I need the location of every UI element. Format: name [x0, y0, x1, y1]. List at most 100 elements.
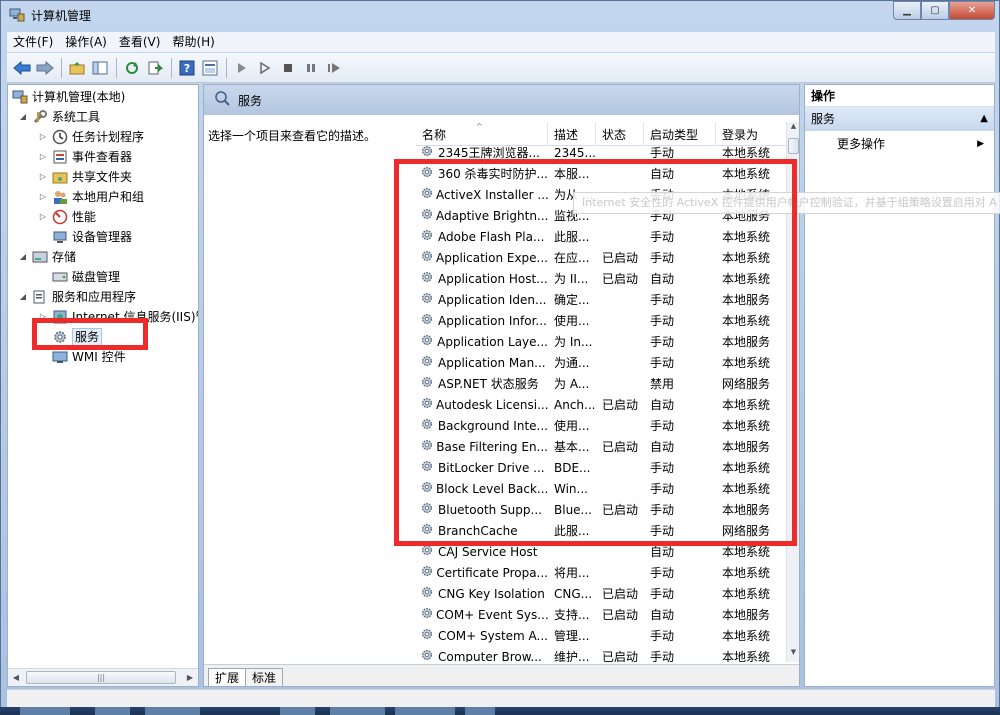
up-folder-icon[interactable]: [66, 57, 88, 79]
tree-storage[interactable]: ◢ 存储: [18, 247, 76, 267]
scroll-up-icon[interactable]: ▲: [787, 122, 799, 136]
maximize-button[interactable]: ▢: [921, 1, 949, 20]
service-row[interactable]: Application Iden... 确定... 手动 本地服务: [416, 289, 786, 310]
services-header-title: 服务: [238, 93, 263, 108]
tree-horizontal-scrollbar[interactable]: ◀ ||| ▶: [8, 668, 198, 686]
service-row[interactable]: 360 杀毒实时防护... 本服... 自动 本地系统: [416, 163, 786, 184]
service-row[interactable]: Block Level Back... Win... 手动 本地系统: [416, 478, 786, 499]
back-arrow-icon[interactable]: [11, 57, 33, 79]
collapsed-arrow-icon[interactable]: ▷: [38, 207, 48, 227]
tab-standard[interactable]: 标准: [245, 668, 284, 686]
refresh-icon[interactable]: [121, 57, 143, 79]
service-row[interactable]: CNG Key Isolation CNG... 已启动 手动 本地系统: [416, 583, 786, 604]
minimize-button[interactable]: ▁: [893, 1, 921, 20]
taskbar-item[interactable]: [145, 707, 200, 715]
taskbar-item[interactable]: [280, 707, 315, 715]
service-row[interactable]: Application Host... 为 II... 已启动 自动 本地系统: [416, 268, 786, 289]
expanded-arrow-icon[interactable]: ◢: [18, 287, 28, 307]
collapsed-arrow-icon[interactable]: ▷: [38, 147, 48, 167]
service-row[interactable]: Base Filtering En... 基本... 已启动 自动 本地服务: [416, 436, 786, 457]
service-row[interactable]: Certificate Propa... 将用... 手动 本地系统: [416, 562, 786, 583]
tree-performance[interactable]: ▷ 性能: [38, 207, 96, 227]
collapse-up-icon[interactable]: ▲: [980, 107, 988, 131]
scroll-left-icon[interactable]: ◀: [8, 673, 24, 682]
tree-disk-management[interactable]: 磁盘管理: [52, 267, 120, 287]
taskbar-item[interactable]: [330, 707, 385, 715]
tree-system-tools[interactable]: ◢ 系统工具: [18, 107, 100, 127]
tree-event-viewer[interactable]: ▷ 事件查看器: [38, 147, 132, 167]
service-row[interactable]: ASP.NET 状态服务为 A... 禁用 网络服务: [416, 373, 786, 394]
tree-task-scheduler[interactable]: ▷ 任务计划程序: [38, 127, 144, 147]
tree-shared-folders[interactable]: ▷ 共享文件夹: [38, 167, 132, 187]
tree-root[interactable]: 计算机管理(本地): [12, 87, 125, 107]
service-name: Bluetooth Supp...: [416, 501, 548, 519]
service-row[interactable]: COM+ System A... 管理... 手动 本地系统: [416, 625, 786, 646]
service-row[interactable]: Background Inte... 使用... 手动 本地系统: [416, 415, 786, 436]
service-row[interactable]: BranchCache 此服... 手动 网络服务: [416, 520, 786, 541]
taskbar-start-button[interactable]: [20, 707, 70, 715]
gear-icon: [420, 564, 434, 582]
properties-view-icon[interactable]: [199, 57, 221, 79]
collapsed-arrow-icon[interactable]: ▷: [38, 187, 48, 207]
service-row[interactable]: Application Infor... 使用... 手动 本地系统: [416, 310, 786, 331]
scroll-thumb[interactable]: [788, 138, 799, 154]
show-hide-tree-icon[interactable]: [89, 57, 111, 79]
service-row[interactable]: Application Man... 为通... 手动 本地系统: [416, 352, 786, 373]
service-row[interactable]: 2345王牌浏览器... 2345... 手动 本地系统: [416, 142, 786, 163]
scroll-thumb[interactable]: |||: [26, 671, 176, 684]
gear-icon: [420, 333, 435, 351]
title-bar[interactable]: 计算机管理 ▁ ▢ ✕: [1, 1, 999, 29]
service-row[interactable]: Adobe Flash Pla... 此服... 手动 本地系统: [416, 226, 786, 247]
stop-service-icon[interactable]: [277, 57, 299, 79]
export-list-icon[interactable]: [144, 57, 166, 79]
service-row[interactable]: Application Laye... 为 In... 手动 本地服务: [416, 331, 786, 352]
tab-extended[interactable]: 扩展: [208, 668, 247, 686]
expanded-arrow-icon[interactable]: ◢: [18, 247, 28, 267]
menu-bar: 文件(F) 操作(A) 查看(V) 帮助(H): [7, 32, 995, 52]
taskbar-item[interactable]: [95, 707, 130, 715]
tree-services[interactable]: 服务: [52, 327, 103, 347]
service-startup-type: 禁用: [650, 377, 675, 391]
services-pane: 服务 选择一个项目来查看它的描述。 ^ 名称 描述 状态 启动类型 登录为 23…: [203, 84, 800, 687]
scroll-down-icon[interactable]: ▼: [787, 648, 799, 662]
service-row[interactable]: BitLocker Drive ... BDE... 手动 本地系统: [416, 457, 786, 478]
status-bar: [7, 689, 995, 707]
service-row[interactable]: COM+ Event Sys... 支持... 已启动 自动 本地服务: [416, 604, 786, 625]
gear-icon: [420, 354, 436, 372]
tree-local-users[interactable]: ▷ 本地用户和组: [38, 187, 144, 207]
actions-group-services[interactable]: 服务 ▲: [805, 107, 994, 131]
collapsed-arrow-icon[interactable]: ▷: [38, 167, 48, 187]
forward-arrow-icon[interactable]: [34, 57, 56, 79]
tree-wmi[interactable]: WMI 控件: [52, 347, 126, 367]
service-startup-type: 手动: [650, 335, 675, 349]
expanded-arrow-icon[interactable]: ◢: [18, 107, 28, 127]
close-button[interactable]: ✕: [949, 1, 995, 20]
start-service-alt-icon[interactable]: [254, 57, 276, 79]
tree-device-manager[interactable]: 设备管理器: [52, 227, 132, 247]
service-row[interactable]: Application Expe... 在应... 已启动 手动 本地系统: [416, 247, 786, 268]
menu-file[interactable]: 文件(F): [7, 32, 59, 52]
taskbar-item[interactable]: [395, 707, 455, 715]
more-actions-item[interactable]: 更多操作 ▶: [805, 133, 994, 155]
service-row[interactable]: Bluetooth Supp... Blue... 已启动 手动 本地服务: [416, 499, 786, 520]
collapsed-arrow-icon[interactable]: ▷: [38, 307, 48, 327]
service-row[interactable]: Autodesk Licensi... Anch... 已启动 自动 本地系统: [416, 394, 786, 415]
scroll-right-icon[interactable]: ▶: [182, 673, 198, 682]
start-service-icon[interactable]: [231, 57, 253, 79]
pause-service-icon[interactable]: [300, 57, 322, 79]
collapsed-arrow-icon[interactable]: ▷: [38, 127, 48, 147]
service-startup-type: 手动: [650, 461, 675, 475]
tree-iis[interactable]: ▷ Internet 信息服务(IIS)管: [38, 307, 198, 327]
actions-pane: 操作 服务 ▲ 更多操作 ▶: [804, 84, 995, 687]
restart-service-icon[interactable]: [323, 57, 345, 79]
menu-action[interactable]: 操作(A): [59, 32, 113, 52]
tree-services-apps[interactable]: ◢ 服务和应用程序: [18, 287, 136, 307]
service-description: BDE...: [554, 460, 591, 475]
help-icon[interactable]: ?: [176, 57, 198, 79]
menu-view[interactable]: 查看(V): [113, 32, 167, 52]
menu-help[interactable]: 帮助(H): [166, 32, 220, 52]
service-startup-type: 手动: [650, 419, 675, 433]
taskbar-item[interactable]: [465, 707, 495, 715]
service-row[interactable]: CAJ Service Host 自动 本地系统: [416, 541, 786, 562]
service-row[interactable]: Computer Brow... 维护... 已启动 手动 本地系统: [416, 646, 786, 662]
